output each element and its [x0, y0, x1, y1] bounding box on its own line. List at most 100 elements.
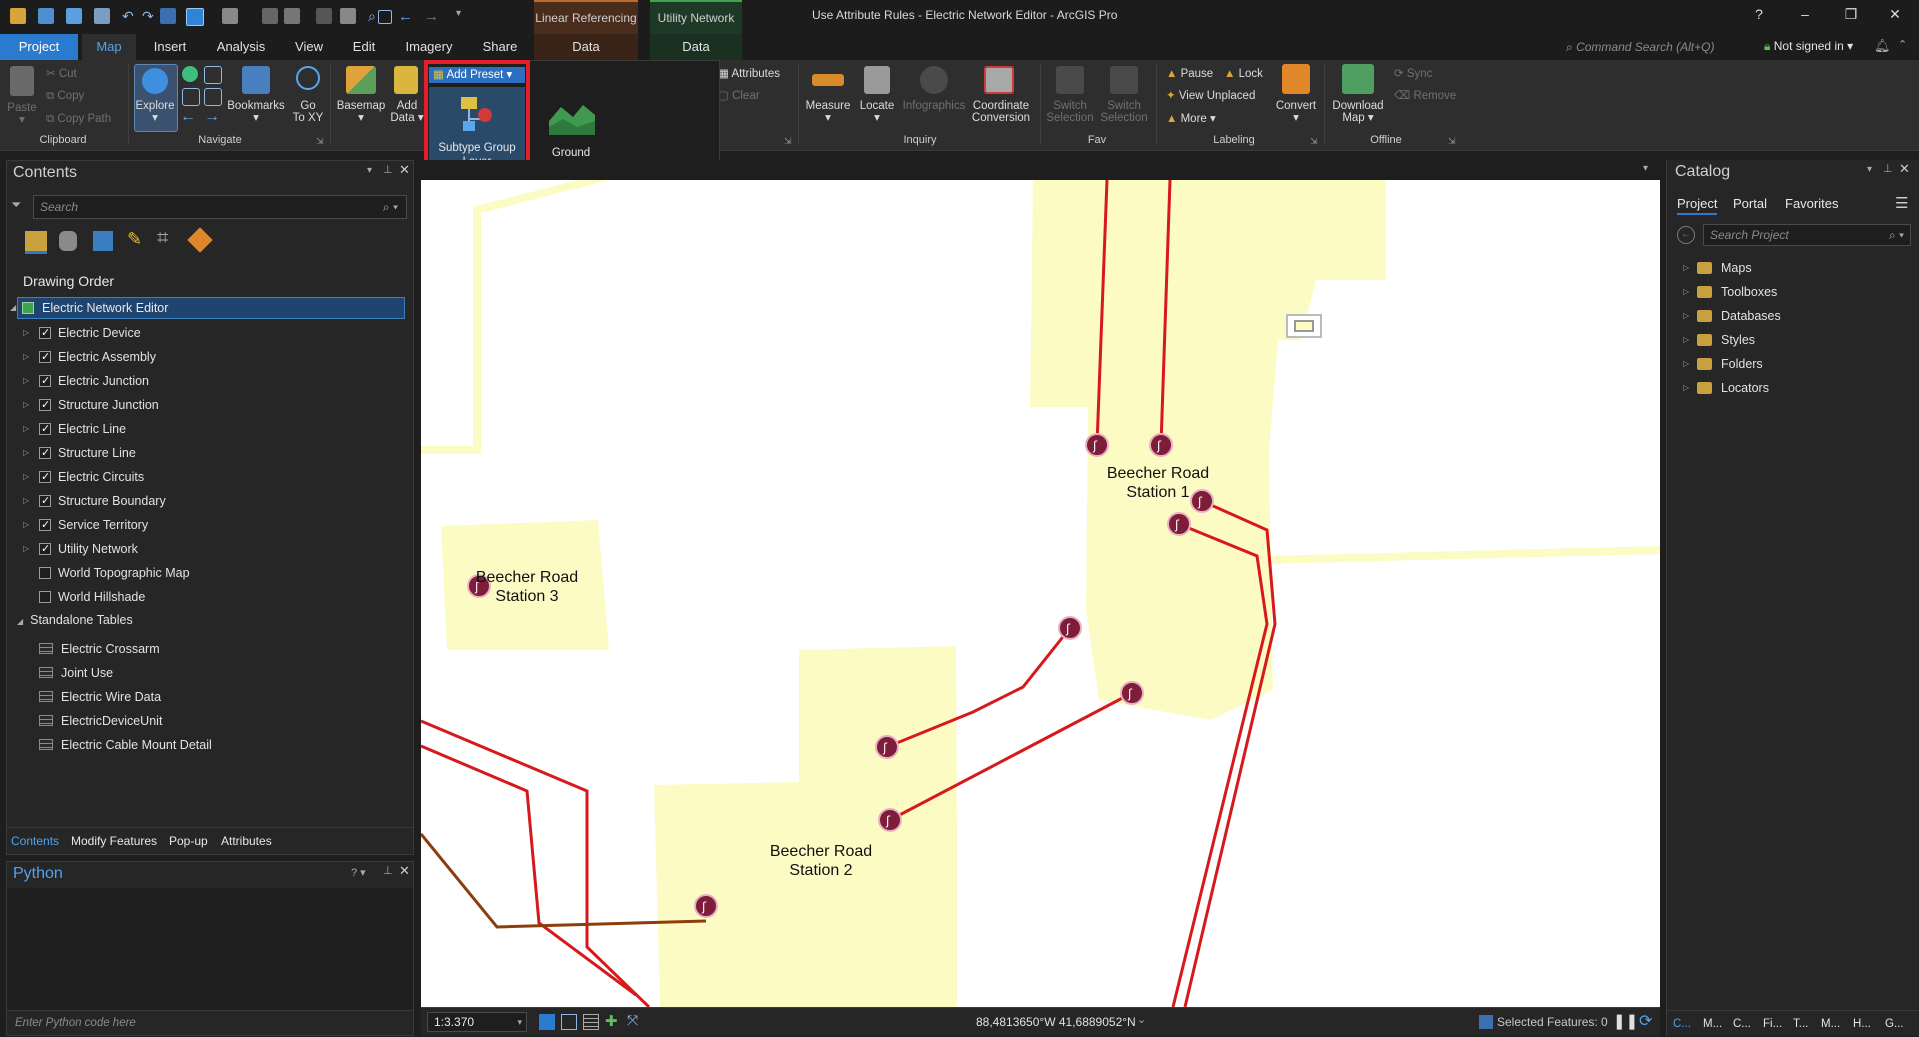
- infographics-button[interactable]: Infographics: [900, 100, 968, 112]
- fixed-zoom-in-icon[interactable]: [204, 66, 222, 84]
- layer-item[interactable]: ▷ Electric Assembly: [13, 345, 409, 369]
- layer-visibility-checkbox[interactable]: [39, 591, 51, 603]
- zoom-to-selection-icon[interactable]: [204, 88, 222, 106]
- coordinate-conversion-button[interactable]: Coordinate Conversion: [968, 100, 1034, 124]
- labeling-launcher-icon[interactable]: ⇲: [1310, 136, 1318, 147]
- layer-visibility-checkbox[interactable]: [39, 345, 51, 369]
- explore-button[interactable]: Explore ▾: [134, 100, 176, 124]
- expand-arrow-icon[interactable]: ◢: [17, 617, 23, 626]
- list-by-snapping-icon[interactable]: ⌗: [157, 227, 168, 250]
- layer-item[interactable]: ▷ Utility Network: [13, 537, 409, 561]
- table-item[interactable]: ElectricDeviceUnit: [13, 709, 409, 733]
- layer-item[interactable]: ▷ Structure Boundary: [13, 489, 409, 513]
- refresh-snap-icon[interactable]: ⤧: [627, 1012, 638, 1029]
- table-icon[interactable]: [583, 1014, 599, 1030]
- forward-icon[interactable]: →: [424, 8, 440, 25]
- catalog-tab-portal[interactable]: Portal: [1733, 196, 1767, 211]
- copy-path-button[interactable]: ⧉ Copy Path: [46, 112, 111, 126]
- expand-arrow-icon[interactable]: ▷: [23, 489, 33, 513]
- expand-arrow-icon[interactable]: ▷: [1683, 256, 1689, 280]
- table-item[interactable]: Electric Crossarm: [13, 637, 409, 661]
- tab-insert[interactable]: Insert: [142, 34, 198, 60]
- standalone-tables-heading[interactable]: ◢ Standalone Tables: [17, 613, 133, 627]
- notification-bell-icon[interactable]: 🔔︎: [1874, 38, 1891, 54]
- edit-icon[interactable]: [340, 8, 356, 24]
- pause-drawing-icon[interactable]: ❚❚: [1613, 1012, 1638, 1030]
- layer-item[interactable]: World Hillshade: [13, 585, 409, 609]
- layer-visibility-checkbox[interactable]: [39, 369, 51, 393]
- expand-arrow-icon[interactable]: ▷: [1683, 352, 1689, 376]
- copy-button[interactable]: ⧉ Copy: [46, 89, 84, 103]
- undo-icon[interactable]: ↶: [122, 8, 138, 24]
- fixed-zoom-icon[interactable]: [378, 10, 392, 24]
- basemap-button[interactable]: Basemap ▾: [336, 100, 386, 124]
- fit-extent-icon[interactable]: [561, 1014, 577, 1030]
- layer-item[interactable]: World Topographic Map: [13, 561, 409, 585]
- map-item-electric-network-editor[interactable]: ◢ Electric Network Editor: [10, 297, 405, 319]
- catalog-tab-favorites[interactable]: Favorites: [1785, 196, 1838, 211]
- catalog-menu-icon[interactable]: ☰: [1895, 194, 1908, 212]
- layer-visibility-checkbox[interactable]: [39, 393, 51, 417]
- remove-button[interactable]: ⌫ Remove: [1394, 89, 1456, 103]
- python-help-icon[interactable]: ? ▾: [351, 866, 366, 879]
- redo-icon[interactable]: ↷: [142, 8, 158, 24]
- selection-launcher-icon[interactable]: ⇲: [784, 136, 792, 147]
- cut-button[interactable]: ✂ Cut: [46, 67, 77, 81]
- crosshair-icon[interactable]: ✚: [605, 1012, 618, 1030]
- pane-menu-icon[interactable]: ▾: [367, 165, 372, 176]
- list-by-editing-icon[interactable]: ✎: [127, 229, 142, 250]
- bookmarks-button[interactable]: Bookmarks ▾: [226, 100, 286, 124]
- layer-visibility-checkbox[interactable]: [39, 465, 51, 489]
- table-item[interactable]: Electric Wire Data: [13, 685, 409, 709]
- next-extent-icon[interactable]: →: [204, 108, 220, 126]
- fixed-zoom-out-icon[interactable]: [182, 88, 200, 106]
- help-button[interactable]: ?: [1748, 6, 1770, 26]
- tab-analysis[interactable]: Analysis: [208, 34, 274, 60]
- select-tool-icon[interactable]: [160, 8, 176, 24]
- collapse-ribbon-icon[interactable]: ⌃: [1898, 38, 1907, 51]
- navigate-launcher-icon[interactable]: ⇲: [316, 136, 324, 147]
- layer-visibility-checkbox[interactable]: [39, 417, 51, 441]
- expand-arrow-icon[interactable]: ▷: [1683, 280, 1689, 304]
- catalog-search-input[interactable]: Search Project ⌕ ▾: [1703, 224, 1911, 246]
- expand-arrow-icon[interactable]: ▷: [1683, 328, 1689, 352]
- go-to-xy-button[interactable]: Go To XY: [288, 100, 328, 124]
- tab-view[interactable]: View: [284, 34, 334, 60]
- table-icon[interactable]: [262, 8, 278, 24]
- pin-icon[interactable]: ⊥: [383, 864, 393, 877]
- expand-arrow-icon[interactable]: ▷: [23, 537, 33, 561]
- contents-search-input[interactable]: Search ⌕ ▾: [33, 195, 407, 219]
- bottom-tab-6[interactable]: M...: [1821, 1011, 1840, 1037]
- close-button[interactable]: ✕: [1884, 6, 1906, 26]
- filter-icon[interactable]: ⏷: [11, 197, 21, 213]
- bottom-tab-4[interactable]: Fi...: [1763, 1011, 1782, 1037]
- expand-arrow-icon[interactable]: ▷: [23, 417, 33, 441]
- customize-qat-icon[interactable]: ▾: [456, 8, 472, 24]
- minimize-button[interactable]: –: [1794, 6, 1816, 26]
- back-icon[interactable]: ←: [398, 8, 414, 25]
- layer-item[interactable]: ▷ Electric Device: [13, 321, 409, 345]
- tab-utility-network-data[interactable]: Data: [650, 34, 742, 60]
- map-view[interactable]: ʃ ʃ ʃ ʃ ʃ ʃ ʃ ʃ ʃ ʃ Beecher Road Station…: [421, 180, 1660, 1007]
- expand-arrow-icon[interactable]: ▷: [23, 345, 33, 369]
- scale-selector[interactable]: 1:3.370 ▾: [427, 1012, 527, 1032]
- offline-launcher-icon[interactable]: ⇲: [1448, 136, 1456, 147]
- table-item[interactable]: Electric Cable Mount Detail: [13, 733, 409, 757]
- close-pane-icon[interactable]: ✕: [399, 162, 410, 178]
- tab-share[interactable]: Share: [474, 34, 526, 60]
- back-icon[interactable]: ←: [1677, 226, 1695, 244]
- layer-item[interactable]: ▷ Structure Line: [13, 441, 409, 465]
- command-search-input[interactable]: ⌕ Command Search (Alt+Q): [1560, 36, 1752, 58]
- map-view-menu-icon[interactable]: ▾: [1643, 163, 1648, 174]
- explore-tool-icon[interactable]: [186, 8, 204, 26]
- expand-arrow-icon[interactable]: ▷: [23, 513, 33, 537]
- selected-features-count[interactable]: Selected Features: 0: [1497, 1015, 1608, 1029]
- sync-button[interactable]: ⟳ Sync: [1394, 67, 1432, 81]
- close-pane-icon[interactable]: ✕: [1899, 161, 1910, 177]
- more-labeling-button[interactable]: ▲ More ▾: [1166, 112, 1216, 126]
- tab-edit[interactable]: Edit: [342, 34, 386, 60]
- bottom-tab-8[interactable]: G...: [1885, 1011, 1904, 1037]
- tab-map[interactable]: Map: [82, 34, 136, 60]
- grid-icon[interactable]: [284, 8, 300, 24]
- paste-button[interactable]: Paste ▾: [4, 102, 40, 126]
